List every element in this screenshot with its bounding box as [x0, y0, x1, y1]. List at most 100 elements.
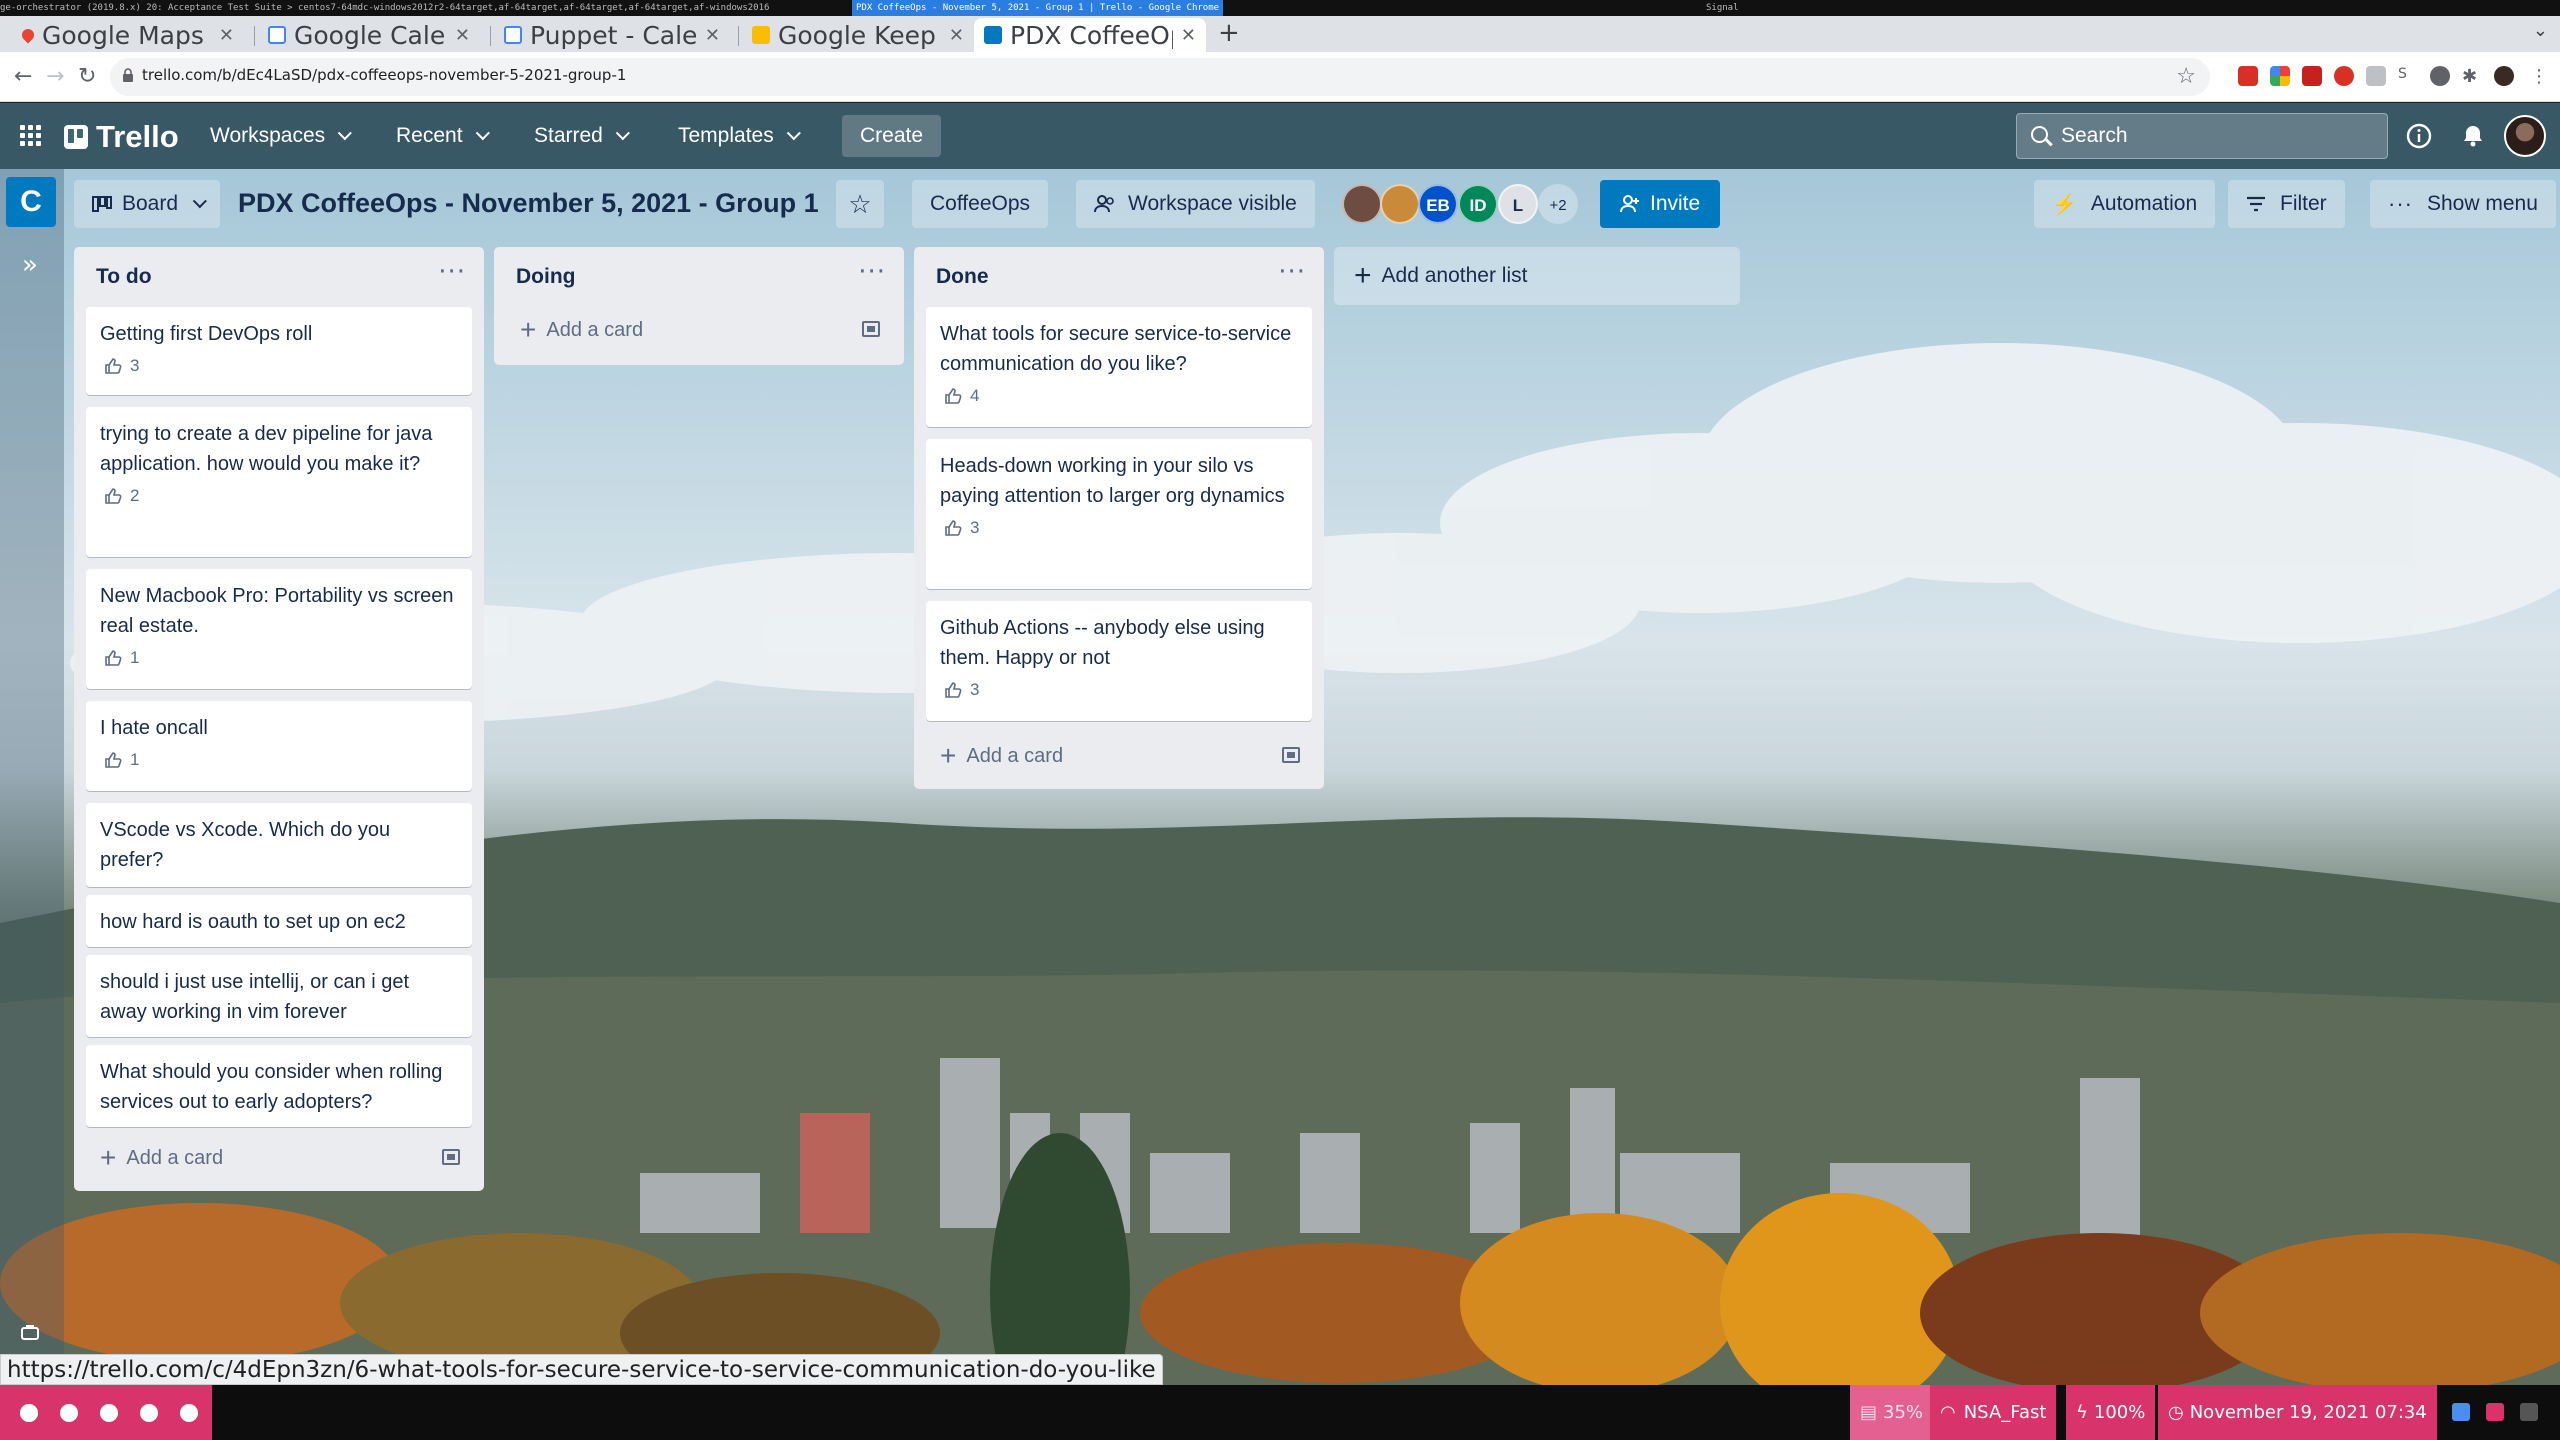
- card-template-icon[interactable]: [442, 1149, 460, 1165]
- list-title[interactable]: Doing: [516, 265, 575, 289]
- extension-icon[interactable]: [2430, 66, 2450, 86]
- expand-sidebar-icon[interactable]: »: [22, 250, 38, 280]
- extension-icon[interactable]: [2238, 66, 2258, 86]
- add-list-button[interactable]: + Add another list: [1334, 247, 1740, 305]
- list-actions-ellipsis-icon[interactable]: ···: [858, 257, 886, 287]
- member-avatar-l[interactable]: L: [1498, 184, 1538, 224]
- extension-icon[interactable]: [2302, 66, 2322, 86]
- member-avatar[interactable]: [1342, 184, 1382, 224]
- list-actions-ellipsis-icon[interactable]: ···: [438, 257, 466, 287]
- forward-arrow-icon[interactable]: →: [46, 64, 64, 89]
- board-title[interactable]: PDX CoffeeOps - November 5, 2021 - Group…: [238, 188, 819, 219]
- visibility-button[interactable]: Workspace visible: [1076, 180, 1315, 228]
- starred-menu-button[interactable]: Starred: [534, 117, 630, 155]
- kebab-menu-icon[interactable]: ⋮: [2530, 66, 2550, 87]
- wm-active-title: PDX CoffeeOps - November 5, 2021 - Group…: [852, 0, 1224, 16]
- tray-app-icon[interactable]: [2452, 1403, 2470, 1421]
- recent-menu-button[interactable]: Recent: [396, 117, 490, 155]
- list-to-do: To do ··· Getting first DevOps roll 3 tr…: [74, 247, 484, 1191]
- address-bar[interactable]: trello.com/b/dEc4LaSD/pdx-coffeeops-nove…: [110, 58, 2210, 96]
- briefcase-icon[interactable]: [20, 1322, 40, 1342]
- card[interactable]: I hate oncall 1: [86, 701, 472, 791]
- trello-logo[interactable]: Trello: [64, 119, 179, 155]
- add-card-button[interactable]: + Add a card: [506, 307, 892, 353]
- card-template-icon[interactable]: [1282, 747, 1300, 763]
- card[interactable]: What tools for secure service-to-service…: [926, 307, 1312, 427]
- tab-title: Google Keep: [778, 20, 936, 50]
- tab-puppet-calendar[interactable]: Puppet - Calendar ✕: [494, 18, 730, 52]
- member-avatar[interactable]: [1380, 184, 1420, 224]
- profile-avatar[interactable]: [2494, 66, 2514, 86]
- extension-icon[interactable]: [2366, 66, 2386, 86]
- reload-icon[interactable]: ↻: [78, 64, 96, 89]
- card[interactable]: What should you consider when rolling se…: [86, 1045, 472, 1127]
- close-icon[interactable]: ✕: [1181, 25, 1196, 46]
- back-arrow-icon[interactable]: ←: [14, 64, 32, 89]
- app-switcher-grid-icon[interactable]: [20, 125, 42, 147]
- close-icon[interactable]: ✕: [705, 25, 720, 46]
- add-card-button[interactable]: + Add a card: [926, 733, 1312, 779]
- board-view-switcher[interactable]: Board: [74, 180, 221, 228]
- wifi-icon: ◠: [1940, 1402, 1956, 1423]
- search-field[interactable]: [2016, 113, 2388, 159]
- workspace-badge[interactable]: C: [6, 177, 56, 227]
- workspace-indicator[interactable]: [180, 1404, 198, 1422]
- member-avatar-id[interactable]: ID: [1458, 184, 1498, 224]
- puzzle-icon[interactable]: ✱: [2462, 66, 2482, 87]
- card[interactable]: Getting first DevOps roll 3: [86, 307, 472, 395]
- extension-icon[interactable]: [2270, 66, 2290, 86]
- add-card-button[interactable]: + Add a card: [86, 1135, 472, 1181]
- card[interactable]: Heads-down working in your silo vs payin…: [926, 439, 1312, 589]
- workspace-indicator[interactable]: [60, 1404, 78, 1422]
- card-template-icon[interactable]: [862, 321, 880, 337]
- list-title[interactable]: Done: [936, 265, 989, 289]
- bookmark-star-icon[interactable]: ☆: [2176, 64, 2196, 89]
- add-card-label: Add a card: [966, 744, 1064, 767]
- workspace-indicator[interactable]: [140, 1404, 158, 1422]
- starred-label: Starred: [534, 124, 603, 147]
- new-tab-plus-icon[interactable]: +: [1218, 18, 1240, 48]
- tab-google-keep[interactable]: Google Keep ✕: [742, 18, 974, 52]
- tray-app-icon[interactable]: [2486, 1403, 2504, 1421]
- card[interactable]: trying to create a dev pipeline for java…: [86, 407, 472, 557]
- workspaces-menu-button[interactable]: Workspaces: [210, 117, 353, 155]
- tab-google-calendar[interactable]: Google Calendar ✕: [258, 18, 480, 52]
- search-input[interactable]: [2061, 124, 2361, 148]
- filter-button[interactable]: Filter: [2228, 180, 2345, 228]
- list-title[interactable]: To do: [96, 265, 152, 289]
- disk-usage-indicator: ▤ 35%: [1850, 1385, 1934, 1440]
- close-icon[interactable]: ✕: [949, 25, 964, 46]
- list-actions-ellipsis-icon[interactable]: ···: [1278, 257, 1306, 287]
- card[interactable]: New Macbook Pro: Portability vs screen r…: [86, 569, 472, 689]
- tab-trello-active[interactable]: PDX CoffeeOps - November 5, 2021 - Group…: [974, 18, 1206, 52]
- invite-button[interactable]: Invite: [1600, 180, 1721, 228]
- star-board-button[interactable]: ☆: [836, 180, 884, 228]
- tray-app-icon[interactable]: [2520, 1403, 2538, 1421]
- bell-icon[interactable]: [2460, 123, 2486, 149]
- vote-badge: 1: [100, 747, 458, 773]
- close-icon[interactable]: ✕: [219, 25, 234, 46]
- more-members-badge[interactable]: +2: [1538, 184, 1578, 224]
- tab-google-maps[interactable]: Google Maps ✕: [12, 18, 244, 52]
- close-icon[interactable]: ✕: [455, 25, 470, 46]
- account-avatar[interactable]: [2504, 115, 2546, 157]
- card[interactable]: should i just use intellij, or can i get…: [86, 955, 472, 1037]
- show-menu-button[interactable]: ··· Show menu: [2370, 180, 2556, 228]
- extension-icon[interactable]: S: [2398, 66, 2418, 86]
- list-header: Done ···: [914, 247, 1324, 307]
- workspace-indicator[interactable]: [100, 1404, 118, 1422]
- tab-search-chevron-icon[interactable]: ⌄: [2533, 20, 2548, 41]
- workspace-indicator[interactable]: [20, 1404, 38, 1422]
- card[interactable]: how hard is oauth to set up on ec2: [86, 895, 472, 947]
- create-button[interactable]: Create: [842, 115, 942, 157]
- info-icon[interactable]: [2406, 123, 2432, 149]
- templates-menu-button[interactable]: Templates: [678, 117, 801, 155]
- card[interactable]: Github Actions -- anybody else using the…: [926, 601, 1312, 721]
- extension-icon[interactable]: [2334, 66, 2354, 86]
- automation-button[interactable]: ⚡ Automation: [2034, 180, 2216, 228]
- list-header: Doing ···: [494, 247, 904, 307]
- card[interactable]: VScode vs Xcode. Which do you prefer?: [86, 803, 472, 887]
- thumbs-up-icon: [105, 358, 122, 374]
- member-avatar-eb[interactable]: EB: [1418, 184, 1458, 224]
- workspace-button[interactable]: CoffeeOps: [912, 180, 1049, 228]
